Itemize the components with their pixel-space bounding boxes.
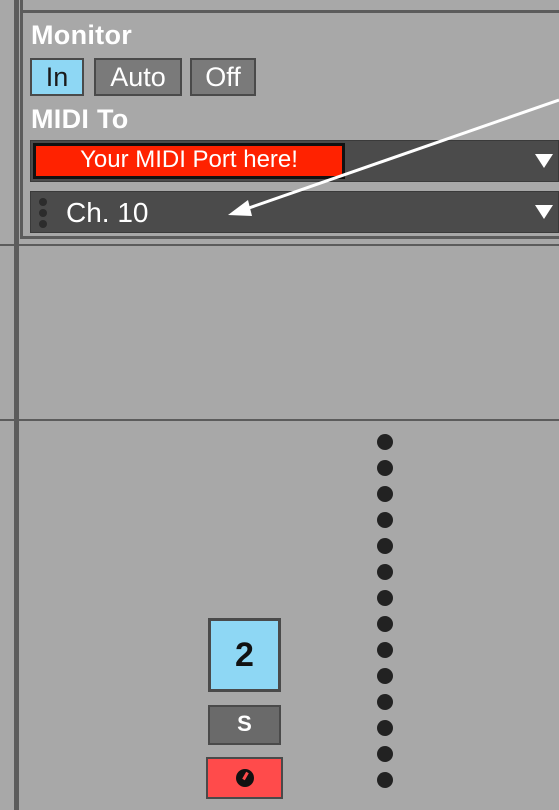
track-activator-button[interactable]: 2 xyxy=(208,618,281,692)
meter-segment xyxy=(377,564,393,580)
arm-button[interactable] xyxy=(206,757,283,799)
meter-segment xyxy=(377,642,393,658)
meter-segment xyxy=(377,772,393,788)
solo-button[interactable]: S xyxy=(208,705,281,745)
meter-segment xyxy=(377,616,393,632)
meter-segment xyxy=(377,746,393,762)
section-divider-3 xyxy=(0,419,559,421)
annotation-arrow xyxy=(228,98,559,216)
meter-segment xyxy=(377,720,393,736)
level-meter xyxy=(377,434,393,794)
meter-segment xyxy=(377,460,393,476)
meter-segment xyxy=(377,694,393,710)
meter-segment xyxy=(377,538,393,554)
meter-segment xyxy=(377,434,393,450)
meter-segment xyxy=(377,486,393,502)
meter-segment xyxy=(377,590,393,606)
record-arm-icon xyxy=(235,769,254,787)
meter-segment xyxy=(377,512,393,528)
meter-segment xyxy=(377,668,393,684)
